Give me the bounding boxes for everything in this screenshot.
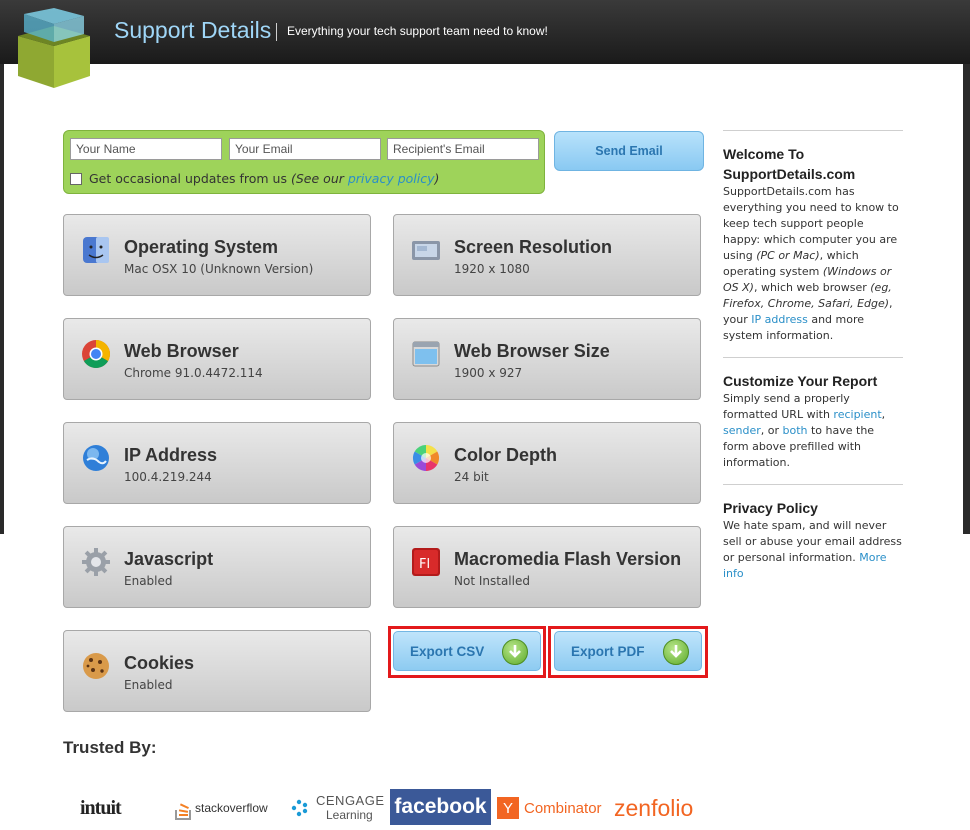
customize-text-part: , or bbox=[760, 424, 783, 437]
card-value: 24 bit bbox=[454, 470, 489, 484]
customize-text: Simply send a properly formatted URL wit… bbox=[723, 391, 903, 471]
ycombinator-text: Combinator bbox=[524, 799, 602, 817]
card-title: Cookies bbox=[124, 653, 195, 673]
card-value: Enabled bbox=[124, 678, 173, 692]
privacy-note: (See our privacy policy) bbox=[291, 171, 439, 186]
card-value: Mac OSX 10 (Unknown Version) bbox=[124, 262, 314, 276]
card-value: 1920 x 1080 bbox=[454, 262, 530, 276]
trusted-by-heading: Trusted By: bbox=[63, 738, 157, 757]
card-web-browser-size: Web Browser Size 1900 x 927 bbox=[393, 318, 701, 400]
export-pdf-label: Export PDF bbox=[571, 644, 645, 659]
browser-window-icon bbox=[412, 341, 440, 367]
customize-heading: Customize Your Report bbox=[723, 373, 878, 389]
ip-address-link[interactable]: IP address bbox=[751, 313, 808, 326]
customize-text-part: Simply send a properly formatted URL wit… bbox=[723, 392, 850, 421]
chrome-icon bbox=[82, 340, 110, 368]
welcome-section: Welcome To SupportDetails.com SupportDet… bbox=[723, 131, 903, 357]
email-form: Get occasional updates from us (See our … bbox=[63, 130, 545, 194]
export-pdf-button[interactable]: Export PDF bbox=[554, 631, 702, 671]
svg-text:Fl: Fl bbox=[419, 557, 430, 572]
updates-label: Get occasional updates from us bbox=[89, 171, 287, 186]
card-value: Chrome 91.0.4472.114 bbox=[124, 366, 263, 380]
intuit-logo: intuit bbox=[80, 786, 122, 830]
card-flash-version: Fl Macromedia Flash Version Not Installe… bbox=[393, 526, 701, 608]
card-title: Javascript bbox=[124, 549, 214, 569]
card-web-browser: Web Browser Chrome 91.0.4472.114 bbox=[63, 318, 371, 400]
site-title[interactable]: Support Details bbox=[114, 17, 271, 44]
customize-text-part: , bbox=[881, 408, 886, 421]
display-icon bbox=[412, 241, 440, 260]
customize-section: Customize Your Report Simply send a prop… bbox=[723, 358, 903, 484]
intuit-logo-text: intuit bbox=[80, 796, 122, 819]
zenfolio-logo: zenfolio bbox=[614, 786, 693, 830]
cengage-logo: CENGAGE Learning bbox=[289, 786, 385, 830]
download-arrow-icon bbox=[663, 639, 689, 665]
send-email-button[interactable]: Send Email bbox=[554, 131, 704, 171]
updates-checkbox[interactable] bbox=[70, 172, 82, 185]
site-header: Support Details Everything your tech sup… bbox=[0, 0, 970, 64]
facebook-logo: facebook bbox=[390, 789, 491, 825]
card-operating-system: Operating System Mac OSX 10 (Unknown Ver… bbox=[63, 214, 371, 296]
flash-icon: Fl bbox=[412, 548, 440, 576]
recipient-email-input[interactable] bbox=[387, 138, 539, 160]
gear-icon bbox=[82, 548, 110, 576]
export-csv-label: Export CSV bbox=[410, 644, 485, 659]
welcome-emphasis: (PC or Mac) bbox=[756, 249, 820, 262]
page-border-right bbox=[963, 64, 970, 534]
welcome-heading: Welcome To SupportDetails.com bbox=[723, 146, 856, 182]
cengage-logo-text: CENGAGE Learning bbox=[316, 793, 385, 823]
card-title: Screen Resolution bbox=[454, 237, 613, 257]
page-border-left bbox=[0, 64, 4, 534]
card-ip-address: IP Address 100.4.219.244 bbox=[63, 422, 371, 504]
sender-link[interactable]: sender bbox=[723, 424, 761, 437]
card-title: IP Address bbox=[124, 445, 218, 465]
card-color-depth: Color Depth 24 bit bbox=[393, 422, 701, 504]
your-name-input[interactable] bbox=[70, 138, 222, 160]
card-cookies: Cookies Enabled bbox=[63, 630, 371, 712]
privacy-heading: Privacy Policy bbox=[723, 500, 818, 516]
zenfolio-logo-text: zenfolio bbox=[614, 794, 694, 821]
card-value: Not Installed bbox=[454, 574, 530, 588]
sidebar: Welcome To SupportDetails.com SupportDet… bbox=[723, 130, 903, 582]
download-arrow-icon bbox=[502, 639, 528, 665]
welcome-text: SupportDetails.com has everything you ne… bbox=[723, 184, 903, 344]
close-paren-text: ) bbox=[434, 171, 440, 186]
stackoverflow-logo: stackoverflow bbox=[175, 786, 268, 830]
privacy-section: Privacy Policy We hate spam, and will ne… bbox=[723, 485, 903, 582]
privacy-text: We hate spam, and will never sell or abu… bbox=[723, 518, 903, 582]
card-javascript: Javascript Enabled bbox=[63, 526, 371, 608]
box-logo-icon[interactable] bbox=[10, 6, 96, 92]
card-title: Macromedia Flash Version bbox=[454, 549, 682, 569]
both-link[interactable]: both bbox=[783, 424, 808, 437]
ycombinator-logo: Y Combinator bbox=[497, 786, 602, 830]
privacy-policy-link[interactable]: privacy policy bbox=[348, 171, 435, 186]
card-title: Operating System bbox=[124, 237, 279, 257]
card-value: 1900 x 927 bbox=[454, 366, 523, 380]
learning-word: Learning bbox=[326, 808, 373, 822]
card-screen-resolution: Screen Resolution 1920 x 1080 bbox=[393, 214, 701, 296]
export-csv-button[interactable]: Export CSV bbox=[393, 631, 541, 671]
cengage-icon bbox=[291, 799, 308, 817]
stackoverflow-icon bbox=[175, 803, 191, 820]
color-wheel-icon bbox=[412, 444, 440, 472]
card-value: 100.4.219.244 bbox=[124, 470, 212, 484]
facebook-logo-text: facebook bbox=[394, 795, 487, 818]
card-title: Web Browser Size bbox=[454, 341, 610, 361]
your-email-input[interactable] bbox=[229, 138, 381, 160]
globe-icon bbox=[83, 445, 109, 471]
stackoverflow-logo-text: stackoverflow bbox=[195, 801, 268, 815]
site-tagline: Everything your tech support team need t… bbox=[287, 24, 548, 38]
welcome-text-part: , which web browser bbox=[753, 281, 871, 294]
finder-icon bbox=[83, 237, 109, 263]
card-title: Web Browser bbox=[124, 341, 239, 361]
title-separator bbox=[276, 23, 277, 41]
cengage-word: CENGAGE bbox=[316, 793, 385, 808]
recipient-link[interactable]: recipient bbox=[833, 408, 881, 421]
updates-option: Get occasional updates from us (See our … bbox=[70, 171, 439, 186]
see-our-text: (See our bbox=[291, 171, 344, 186]
card-title: Color Depth bbox=[454, 445, 557, 465]
ycombinator-y: Y bbox=[497, 797, 519, 819]
cookie-icon bbox=[83, 653, 109, 679]
card-value: Enabled bbox=[124, 574, 173, 588]
